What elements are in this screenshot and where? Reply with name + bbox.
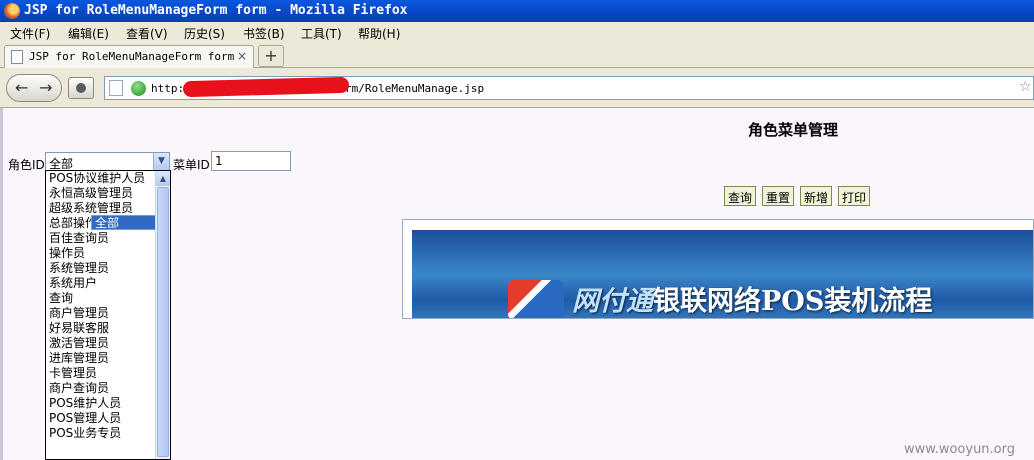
dropdown-option[interactable]: 系统管理员	[46, 261, 156, 276]
reload-icon	[76, 83, 86, 93]
watermark: www.wooyun.org	[904, 442, 1016, 457]
dropdown-options: 全部 POS协议维护人员 永恒高级管理员 超级系统管理员 总部操作员 百佳查询员…	[46, 171, 170, 441]
role-id-select[interactable]: 全部 ▼	[45, 152, 170, 171]
dropdown-option[interactable]: 好易联客服	[46, 321, 156, 336]
banner-subtext-decoration	[552, 318, 1012, 319]
reload-button[interactable]	[68, 77, 94, 99]
banner-brand: 网付通	[572, 286, 653, 317]
dropdown-option[interactable]: POS业务专员	[46, 426, 156, 441]
menu-id-label: 菜单ID	[173, 158, 210, 172]
menu-id-input[interactable]: 1	[211, 151, 291, 171]
role-id-dropdown-list[interactable]: 全部 POS协议维护人员 永恒高级管理员 超级系统管理员 总部操作员 百佳查询员…	[45, 170, 171, 460]
banner-text: 银联网络POS装机流程	[653, 286, 933, 317]
url-text-end: rm/RoleMenuManage.jsp	[345, 82, 485, 95]
site-identity-icon[interactable]	[131, 81, 146, 96]
navigation-toolbar: ← → http: rm/RoleMenuManage.jsp ☆	[0, 68, 1034, 108]
new-tab-button[interactable]: +	[258, 45, 284, 67]
banner-title: 网付通银联网络POS装机流程	[572, 279, 932, 318]
dropdown-option[interactable]: 查询	[46, 291, 156, 306]
window-titlebar: JSP for RoleMenuManageForm form - Mozill…	[0, 0, 1034, 22]
reset-button[interactable]: 重置	[762, 186, 795, 206]
tab-label: JSP for RoleMenuManageForm form	[29, 50, 235, 63]
menu-bookmarks[interactable]: 书签(B)	[243, 25, 285, 42]
dropdown-option[interactable]: 商户查询员	[46, 381, 156, 396]
dropdown-option[interactable]: 操作员	[46, 246, 156, 261]
page-icon	[109, 80, 123, 96]
dropdown-option[interactable]: POS维护人员	[46, 396, 156, 411]
menu-edit[interactable]: 编辑(E)	[68, 25, 109, 42]
dropdown-option[interactable]: 激活管理员	[46, 336, 156, 351]
menu-view[interactable]: 查看(V)	[126, 25, 168, 42]
url-redaction-mark	[182, 76, 350, 98]
chevron-down-icon[interactable]: ▼	[153, 153, 169, 170]
bookmark-star-icon[interactable]: ☆	[1019, 79, 1032, 95]
window-title: JSP for RoleMenuManageForm form - Mozill…	[24, 3, 408, 18]
page-left-edge	[0, 108, 3, 460]
firefox-icon	[4, 3, 20, 19]
dropdown-option[interactable]: 超级系统管理员	[46, 201, 156, 216]
dropdown-option[interactable]: 系统用户	[46, 276, 156, 291]
brand-logo-icon	[508, 280, 564, 318]
print-button[interactable]: 打印	[838, 186, 871, 206]
back-arrow-icon[interactable]: ←	[15, 78, 28, 97]
back-forward-buttons: ← →	[6, 74, 62, 102]
scroll-up-arrow-icon[interactable]: ▲	[156, 171, 170, 186]
scrollbar-thumb[interactable]	[157, 187, 169, 457]
menu-bar: 文件(F) 编辑(E) 查看(V) 历史(S) 书签(B) 工具(T) 帮助(H…	[0, 22, 1034, 42]
menu-file[interactable]: 文件(F)	[10, 25, 50, 42]
install-process-banner: 网付通银联网络POS装机流程	[402, 219, 1034, 319]
menu-history[interactable]: 历史(S)	[184, 25, 225, 42]
banner-image: 网付通银联网络POS装机流程	[412, 230, 1033, 319]
dropdown-option[interactable]: 百佳查询员	[46, 231, 156, 246]
dropdown-option[interactable]: 进库管理员	[46, 351, 156, 366]
url-text-start: http:	[151, 82, 185, 95]
add-button[interactable]: 新增	[800, 186, 833, 206]
document-icon	[11, 50, 23, 64]
dropdown-option[interactable]: POS协议维护人员	[46, 171, 156, 186]
menu-help[interactable]: 帮助(H)	[358, 25, 400, 42]
forward-arrow-icon[interactable]: →	[39, 78, 52, 97]
dropdown-option[interactable]: 永恒高级管理员	[46, 186, 156, 201]
query-button[interactable]: 查询	[724, 186, 757, 206]
page-heading: 角色菜单管理	[748, 121, 839, 139]
dropdown-option[interactable]: 卡管理员	[46, 366, 156, 381]
tab-active[interactable]: JSP for RoleMenuManageForm form ×	[4, 45, 254, 68]
tab-strip: JSP for RoleMenuManageForm form × +	[0, 42, 1034, 68]
address-bar[interactable]: http: rm/RoleMenuManage.jsp ☆	[104, 76, 1034, 100]
dropdown-option[interactable]: 商户管理员	[46, 306, 156, 321]
close-tab-icon[interactable]: ×	[237, 49, 247, 63]
dropdown-scrollbar[interactable]: ▲	[155, 171, 170, 459]
menu-tools[interactable]: 工具(T)	[301, 25, 342, 42]
role-id-label: 角色ID	[8, 158, 45, 172]
dropdown-option[interactable]: POS管理人员	[46, 411, 156, 426]
